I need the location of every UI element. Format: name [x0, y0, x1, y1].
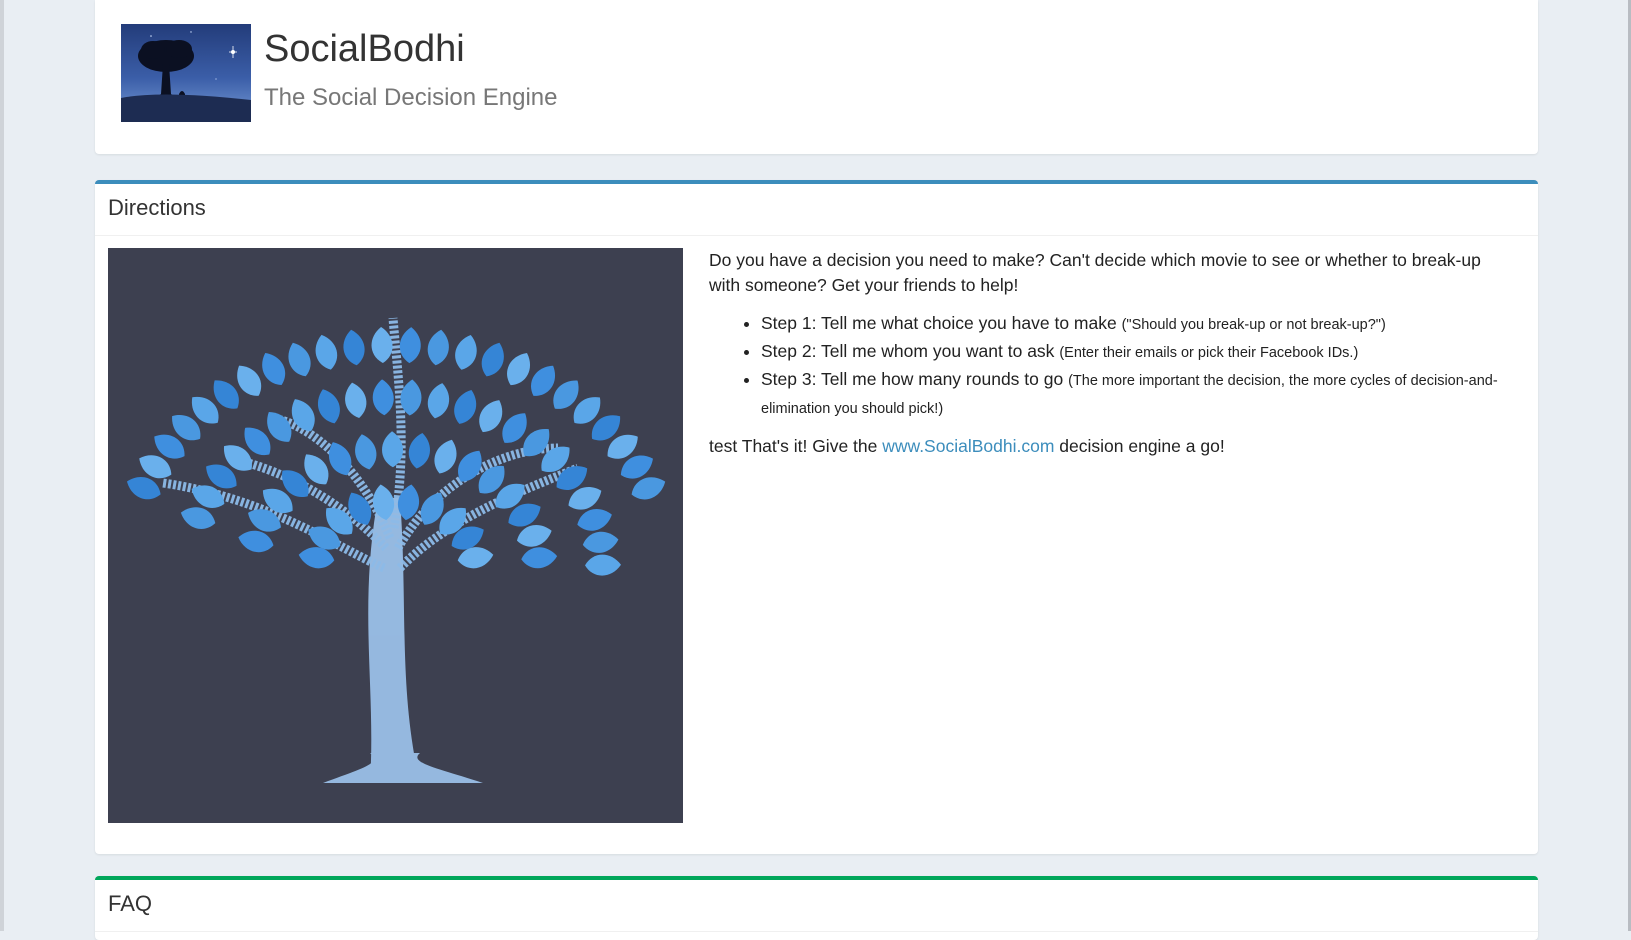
leaf-shape: [317, 389, 340, 424]
site-header: SocialBodhi The Social Decision Engine: [95, 0, 1538, 154]
step-item: Step 3: Tell me how many rounds to go (T…: [761, 366, 1509, 422]
leaf-shape: [399, 327, 421, 364]
site-tagline: The Social Decision Engine: [264, 84, 558, 111]
step-label: Step 2: Tell me whom you want to ask: [761, 341, 1055, 361]
step-label: Step 3: Tell me how many rounds to go: [761, 369, 1064, 389]
leaf-shape: [427, 329, 449, 366]
leaf-shape: [355, 434, 377, 470]
leaf-shape: [372, 379, 394, 416]
leaf-shape: [481, 342, 504, 377]
socialbodhi-link[interactable]: www.SocialBodhi.com: [882, 436, 1054, 456]
leaf-shape: [585, 554, 621, 576]
directions-outro: test That's it! Give the www.SocialBodhi…: [709, 434, 1509, 459]
leaf-shape: [521, 547, 558, 569]
step-label: Step 1: Tell me what choice you have to …: [761, 313, 1117, 333]
directions-heading: Directions: [95, 184, 1538, 236]
window-left-edge: [0, 0, 4, 931]
leaf-shape: [288, 342, 311, 377]
binary-tree-illustration-icon: [108, 248, 683, 823]
outro-text-before: test That's it! Give the: [709, 436, 878, 456]
leaf-shape: [582, 531, 619, 553]
outro-text-after: decision engine a go!: [1059, 436, 1225, 456]
directions-intro: Do you have a decision you need to make?…: [709, 250, 1481, 295]
bodhi-tree-logo-icon: [121, 24, 251, 122]
site-title[interactable]: SocialBodhi: [264, 28, 465, 71]
leaf-shape: [262, 352, 286, 386]
directions-content: Do you have a decision you need to make?…: [709, 248, 1509, 471]
leaf-shape: [434, 439, 457, 474]
leaf-shape: [455, 335, 477, 370]
leaf-shape: [427, 383, 450, 419]
faq-heading: FAQ: [95, 880, 1538, 932]
step-item: Step 2: Tell me whom you want to ask (En…: [761, 338, 1509, 366]
leaf-shape: [408, 433, 430, 469]
directions-panel: Directions Do you have a decision you ne…: [95, 180, 1538, 854]
step-item: Step 1: Tell me what choice you have to …: [761, 310, 1509, 338]
leaf-shape: [343, 329, 365, 366]
leaf-shape: [315, 334, 338, 370]
leaf-shape: [454, 389, 477, 424]
step-hint: (Enter their emails or pick their Facebo…: [1059, 345, 1359, 361]
steps-list: Step 1: Tell me what choice you have to …: [709, 310, 1509, 422]
step-hint: ("Should you break-up or not break-up?"): [1121, 317, 1386, 333]
leaf-shape: [507, 353, 531, 386]
leaf-shape: [345, 382, 367, 418]
faq-panel: FAQ: [95, 876, 1538, 940]
